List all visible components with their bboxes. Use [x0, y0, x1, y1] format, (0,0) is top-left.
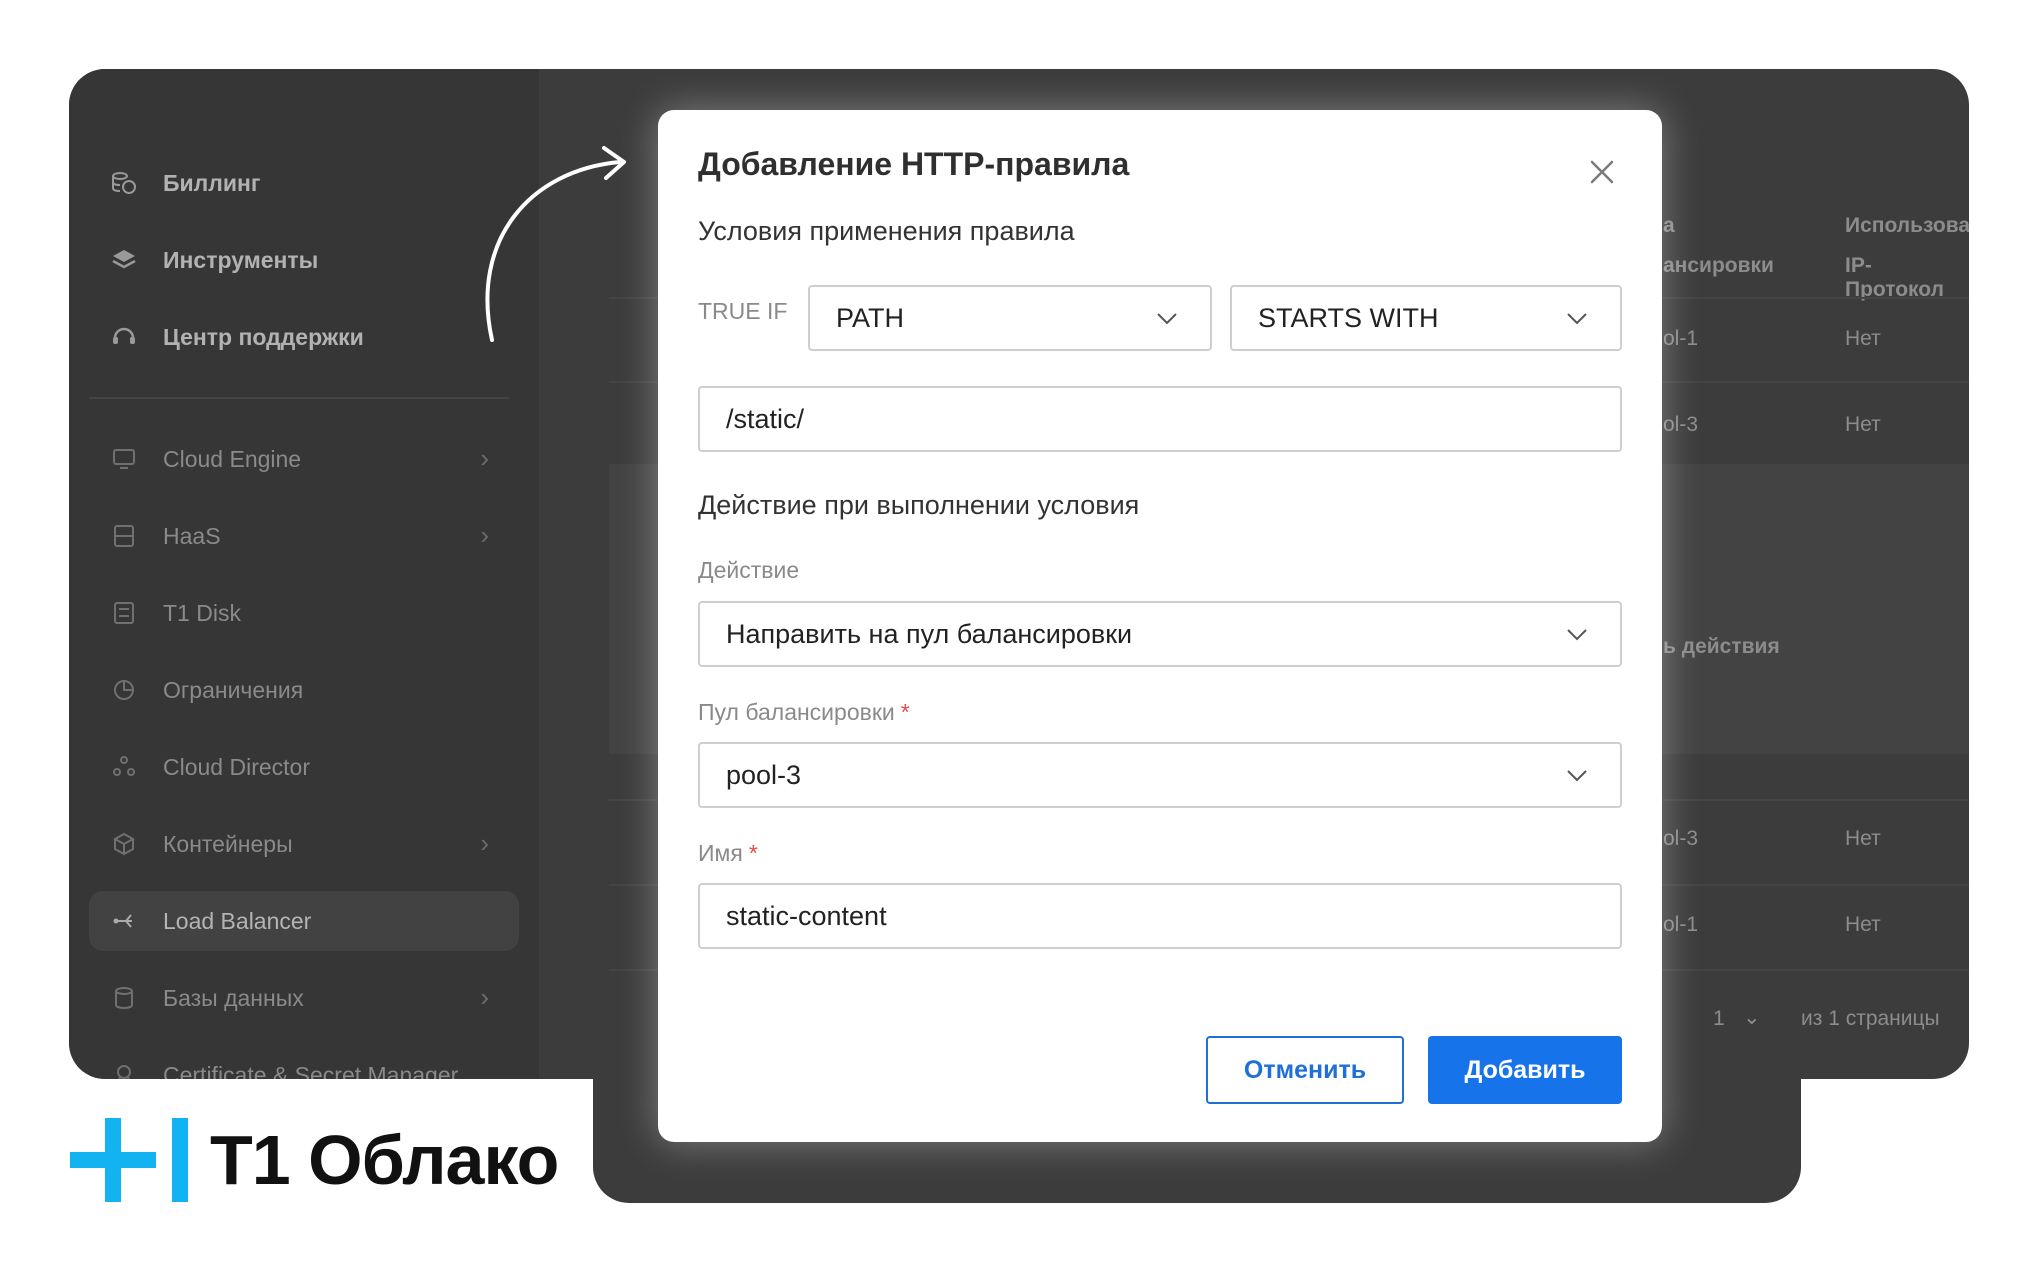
sidebar-item-label: HaaS: [163, 522, 221, 549]
condition-field-value: PATH: [836, 302, 905, 333]
sidebar-item-support[interactable]: Центр поддержки: [109, 307, 529, 367]
table-cell-pool: ol-3: [1663, 413, 1699, 436]
sidebar: Биллинг Инструменты Центр поддержки Clou…: [69, 69, 539, 1079]
logo-mark-icon: [70, 1118, 188, 1202]
balancer-icon: [109, 906, 139, 936]
dialog-title: Добавление HTTP-правила: [698, 146, 1130, 182]
sidebar-item-label: Центр поддержки: [163, 323, 364, 350]
close-button[interactable]: [1584, 154, 1620, 190]
condition-value-input[interactable]: /static/: [698, 386, 1622, 452]
t1-cloud-logo: T1 Облако: [70, 1118, 559, 1202]
sidebar-item-limits[interactable]: Ограничения: [109, 660, 529, 720]
certificate-icon: [109, 1060, 139, 1079]
table-cell-pool: ol-3: [1663, 827, 1699, 850]
chevron-right-icon: ›: [480, 520, 489, 550]
chevron-down-icon: [1567, 770, 1587, 782]
chevron-down-icon: [1567, 629, 1587, 641]
cancel-button[interactable]: Отменить: [1206, 1036, 1404, 1104]
sidebar-item-load-balancer[interactable]: Load Balancer: [89, 891, 519, 951]
table-header-pool-sub: ансировки: [1663, 254, 1774, 277]
chevron-down-icon: ⌄: [1743, 1006, 1761, 1029]
name-label-text: Имя: [698, 840, 743, 866]
chevron-down-icon: [1157, 313, 1177, 325]
sidebar-divider: [89, 397, 509, 399]
pool-select[interactable]: pool-3: [698, 742, 1622, 808]
sidebar-item-label: Базы данных: [163, 984, 304, 1011]
pagination-page[interactable]: 1: [1713, 1007, 1725, 1031]
pool-label-text: Пул балансировки: [698, 699, 895, 725]
table-header-protocol: IP-Протокол: [1845, 254, 1944, 301]
server-icon: [109, 521, 139, 551]
table-cell-value: Нет: [1845, 413, 1881, 436]
table-cell-value: Нет: [1845, 327, 1881, 350]
add-button[interactable]: Добавить: [1428, 1036, 1622, 1104]
pie-icon: [109, 675, 139, 705]
pool-select-value: pool-3: [726, 759, 802, 790]
pointer-arrow-icon: [485, 146, 626, 342]
pagination-total: из 1 страницы: [1801, 1007, 1940, 1030]
support-icon: [109, 322, 139, 352]
add-http-rule-dialog: Добавление HTTP-правила Условия применен…: [658, 110, 1662, 1142]
sidebar-item-cloud-engine[interactable]: Cloud Engine ›: [109, 429, 529, 489]
database-icon: [109, 983, 139, 1013]
condition-operator-value: STARTS WITH: [1258, 302, 1439, 333]
sidebar-item-label: Load Balancer: [163, 907, 312, 934]
sidebar-item-label: Cloud Engine: [163, 445, 302, 472]
sidebar-item-certificate-manager[interactable]: Certificate & Secret Manager: [109, 1045, 529, 1079]
action-label: Действие: [698, 557, 800, 583]
true-if-label: TRUE IF: [698, 298, 788, 324]
sidebar-item-tools[interactable]: Инструменты: [109, 230, 529, 290]
chevron-right-icon: ›: [480, 443, 489, 473]
panel-actions-label: ь действия: [1663, 635, 1780, 658]
logo-text: T1 Облако: [210, 1121, 559, 1199]
condition-value-text: /static/: [726, 403, 805, 434]
sidebar-item-label: T1 Disk: [163, 599, 241, 626]
sidebar-item-haas[interactable]: HaaS ›: [109, 506, 529, 566]
sidebar-item-billing[interactable]: Биллинг: [109, 153, 529, 213]
sidebar-item-label: Инструменты: [163, 246, 319, 273]
table-cell-pool: ol-1: [1663, 327, 1699, 350]
sidebar-item-label: Контейнеры: [163, 830, 293, 857]
sidebar-item-label: Cloud Director: [163, 753, 310, 780]
required-mark: *: [900, 699, 910, 725]
disk-icon: [109, 598, 139, 628]
action-select[interactable]: Направить на пул балансировки: [698, 601, 1622, 667]
table-header-proxy: Использоват: [1845, 214, 1969, 237]
rule-name-value: static-content: [726, 900, 887, 931]
sidebar-item-label: Биллинг: [163, 169, 261, 196]
action-select-value: Направить на пул балансировки: [726, 618, 1133, 649]
condition-field-select[interactable]: PATH: [808, 285, 1212, 351]
required-mark: *: [748, 840, 758, 866]
pool-label: Пул балансировки *: [698, 699, 910, 726]
condition-operator-select[interactable]: STARTS WITH: [1230, 285, 1622, 351]
chevron-right-icon: ›: [480, 982, 489, 1012]
rule-name-input[interactable]: static-content: [698, 883, 1622, 949]
name-label: Имя *: [698, 840, 758, 867]
cube-icon: [109, 829, 139, 859]
action-section-title: Действие при выполнении условия: [698, 490, 1140, 520]
sidebar-item-label: Certificate & Secret Manager: [163, 1061, 459, 1080]
sidebar-item-databases[interactable]: Базы данных ›: [109, 968, 529, 1028]
chevron-down-icon: [1567, 313, 1587, 325]
table-cell-pool: ol-1: [1663, 913, 1699, 936]
sidebar-item-containers[interactable]: Контейнеры ›: [109, 814, 529, 874]
sidebar-item-t1-disk[interactable]: T1 Disk: [109, 583, 529, 643]
sidebar-item-label: Ограничения: [163, 676, 304, 703]
table-cell-value: Нет: [1845, 913, 1881, 936]
close-icon: [1590, 160, 1614, 184]
conditions-section-title: Условия применения правила: [698, 216, 1075, 246]
table-cell-value: Нет: [1845, 827, 1881, 850]
layers-icon: [109, 245, 139, 275]
director-icon: [109, 752, 139, 782]
sidebar-item-cloud-director[interactable]: Cloud Director: [109, 737, 529, 797]
monitor-icon: [109, 444, 139, 474]
chevron-right-icon: ›: [480, 828, 489, 858]
coins-icon: [109, 168, 139, 198]
table-header-pool: а: [1663, 214, 1675, 237]
